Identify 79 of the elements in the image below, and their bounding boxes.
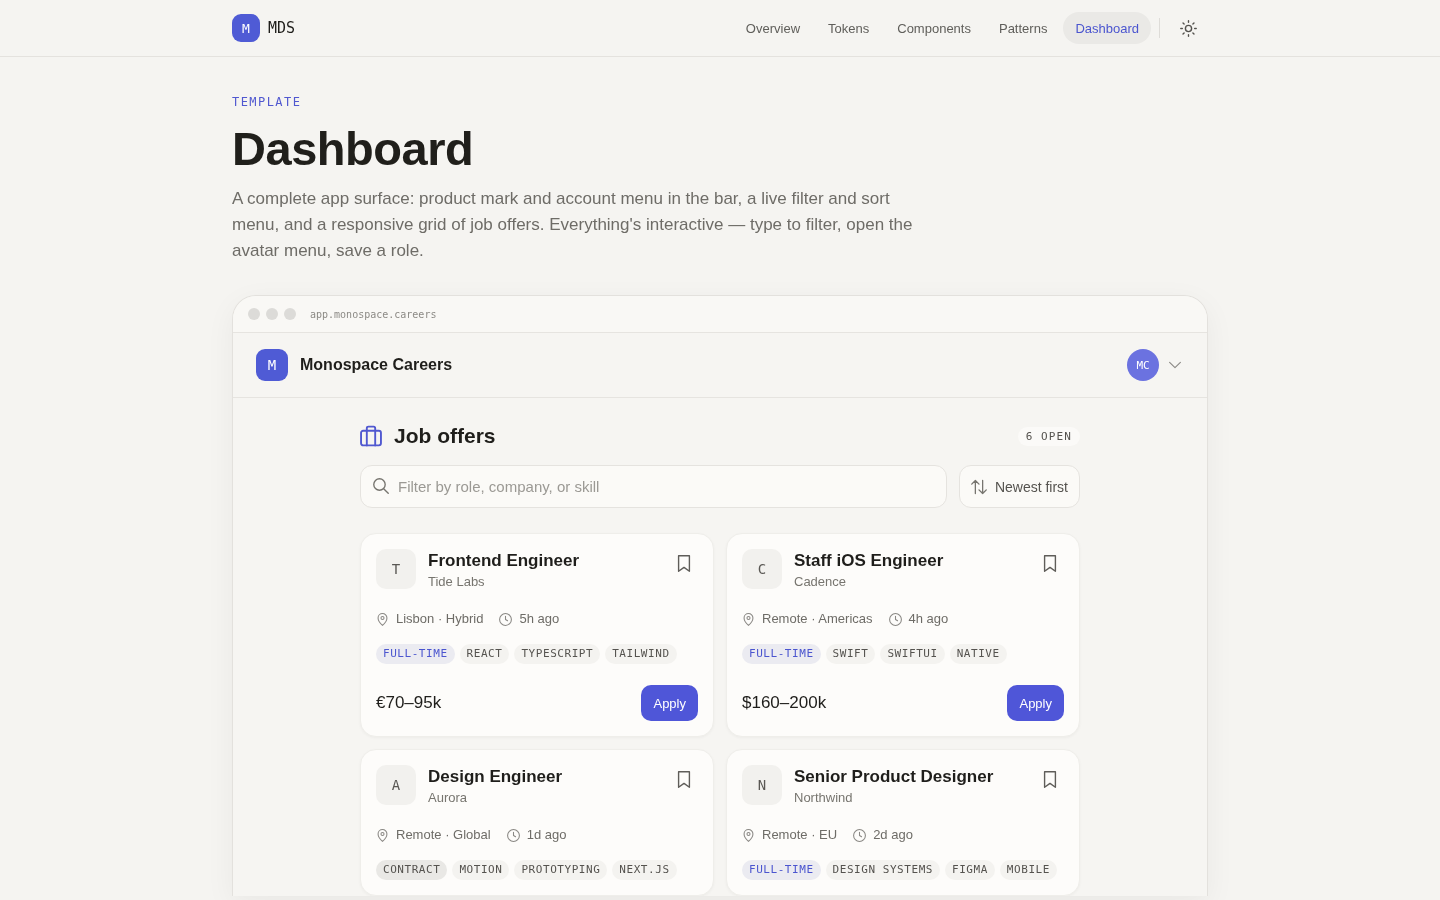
bookmark-icon — [676, 555, 692, 572]
search-icon — [373, 478, 389, 494]
nav-link[interactable]: Tokens — [816, 12, 882, 44]
nav-link[interactable]: Overview — [733, 12, 813, 44]
clock-icon — [506, 828, 520, 842]
logo-mark: M — [232, 14, 260, 42]
job-type-tag: CONTRACT — [376, 860, 448, 880]
skill-tag: FIGMA — [945, 860, 995, 880]
skill-tag: REACT — [459, 644, 510, 664]
clock-icon — [853, 828, 867, 842]
job-title: Staff iOS Engineer — [794, 550, 944, 572]
bookmark-icon — [1042, 771, 1058, 788]
skill-tag: SWIFT — [825, 644, 876, 664]
location-pin-icon — [376, 828, 389, 842]
skill-tag: TYPESCRIPT — [514, 644, 601, 664]
company-logo-tile: N — [742, 765, 782, 805]
skill-tag: MOTION — [452, 860, 510, 880]
company-logo-tile: T — [376, 549, 416, 589]
bookmark-icon — [676, 771, 692, 788]
chevron-down-icon — [1169, 359, 1181, 371]
skill-tag: TAILWIND — [605, 644, 677, 664]
job-type-tag: FULL-TIME — [742, 860, 821, 880]
location-pin-icon — [742, 828, 755, 842]
section-title: Job offers — [394, 424, 496, 448]
search-field[interactable]: Filter by role, company, or skill — [360, 465, 947, 508]
nav-link[interactable]: Patterns — [986, 12, 1060, 44]
window-control-icon — [248, 308, 260, 320]
company-name: Cadence — [794, 573, 848, 591]
window-control-icon — [284, 308, 296, 320]
location-pin-icon — [376, 612, 389, 626]
brand-name: MDS — [268, 19, 296, 37]
posted-time: 4h ago — [908, 611, 949, 627]
sun-icon — [1179, 19, 1197, 37]
skill-tag: PROTOTYPING — [514, 860, 608, 880]
posted-time: 5h ago — [519, 611, 560, 627]
count-badge: 6 OPEN — [1017, 426, 1080, 446]
company-name: Northwind — [794, 789, 854, 807]
location-text: Remote · Global — [396, 827, 491, 843]
job-type-tag: FULL-TIME — [742, 644, 821, 664]
skill-tag: DESIGN SYSTEMS — [825, 860, 940, 880]
skill-tag: SWIFTUI — [880, 644, 945, 664]
clock-icon — [499, 612, 513, 626]
skill-tag: MOBILE — [999, 860, 1057, 880]
location-text: Remote · Americas — [762, 611, 873, 627]
page-title: Dashboard — [232, 122, 475, 176]
bookmark-icon — [1042, 555, 1058, 572]
url-text: app.monospace.careers — [310, 308, 437, 320]
sort-icon — [970, 478, 987, 495]
skill-tag: NEXT.JS — [612, 860, 677, 880]
company-logo-tile: A — [376, 765, 416, 805]
job-type-tag: FULL-TIME — [376, 644, 455, 664]
location-pin-icon — [742, 612, 755, 626]
avatar: MC — [1127, 349, 1159, 381]
nav-link[interactable]: Dashboard — [1063, 12, 1151, 44]
window-control-icon — [266, 308, 278, 320]
skill-tag: NATIVE — [949, 644, 1007, 664]
page-description: A complete app surface: product mark and account menu in the bar, a live filter and sort menu, and a responsive grid of job offers. Everything's interactive — type to filter, open the avatar menu, save a role. — [232, 188, 914, 262]
sort-button[interactable]: Newest first — [958, 465, 1080, 508]
job-title: Frontend Engineer — [428, 550, 580, 572]
nav-link[interactable]: Components — [885, 12, 983, 44]
location-text: Lisbon · Hybrid — [396, 611, 484, 627]
posted-time: 1d ago — [526, 827, 567, 843]
company-name: Tide Labs — [428, 573, 486, 591]
location-text: Remote · EU — [762, 827, 838, 843]
product-name: Monospace Careers — [300, 356, 453, 374]
salary-text: €70–95k — [376, 693, 442, 713]
clock-icon — [888, 612, 902, 626]
company-name: Aurora — [428, 789, 469, 807]
apply-button[interactable]: Apply — [1007, 685, 1064, 721]
salary-text: $160–200k — [742, 693, 827, 713]
briefcase-icon — [360, 425, 382, 447]
job-title: Senior Product Designer — [794, 766, 994, 788]
apply-button[interactable]: Apply — [641, 685, 698, 721]
posted-time: 2d ago — [873, 827, 913, 843]
account-menu-button[interactable]: MC — [1127, 349, 1181, 381]
eyebrow-label: TEMPLATE — [232, 94, 303, 110]
app-logo-mark: M — [256, 349, 288, 381]
company-logo-tile: C — [742, 549, 782, 589]
job-title: Design Engineer — [428, 766, 563, 788]
